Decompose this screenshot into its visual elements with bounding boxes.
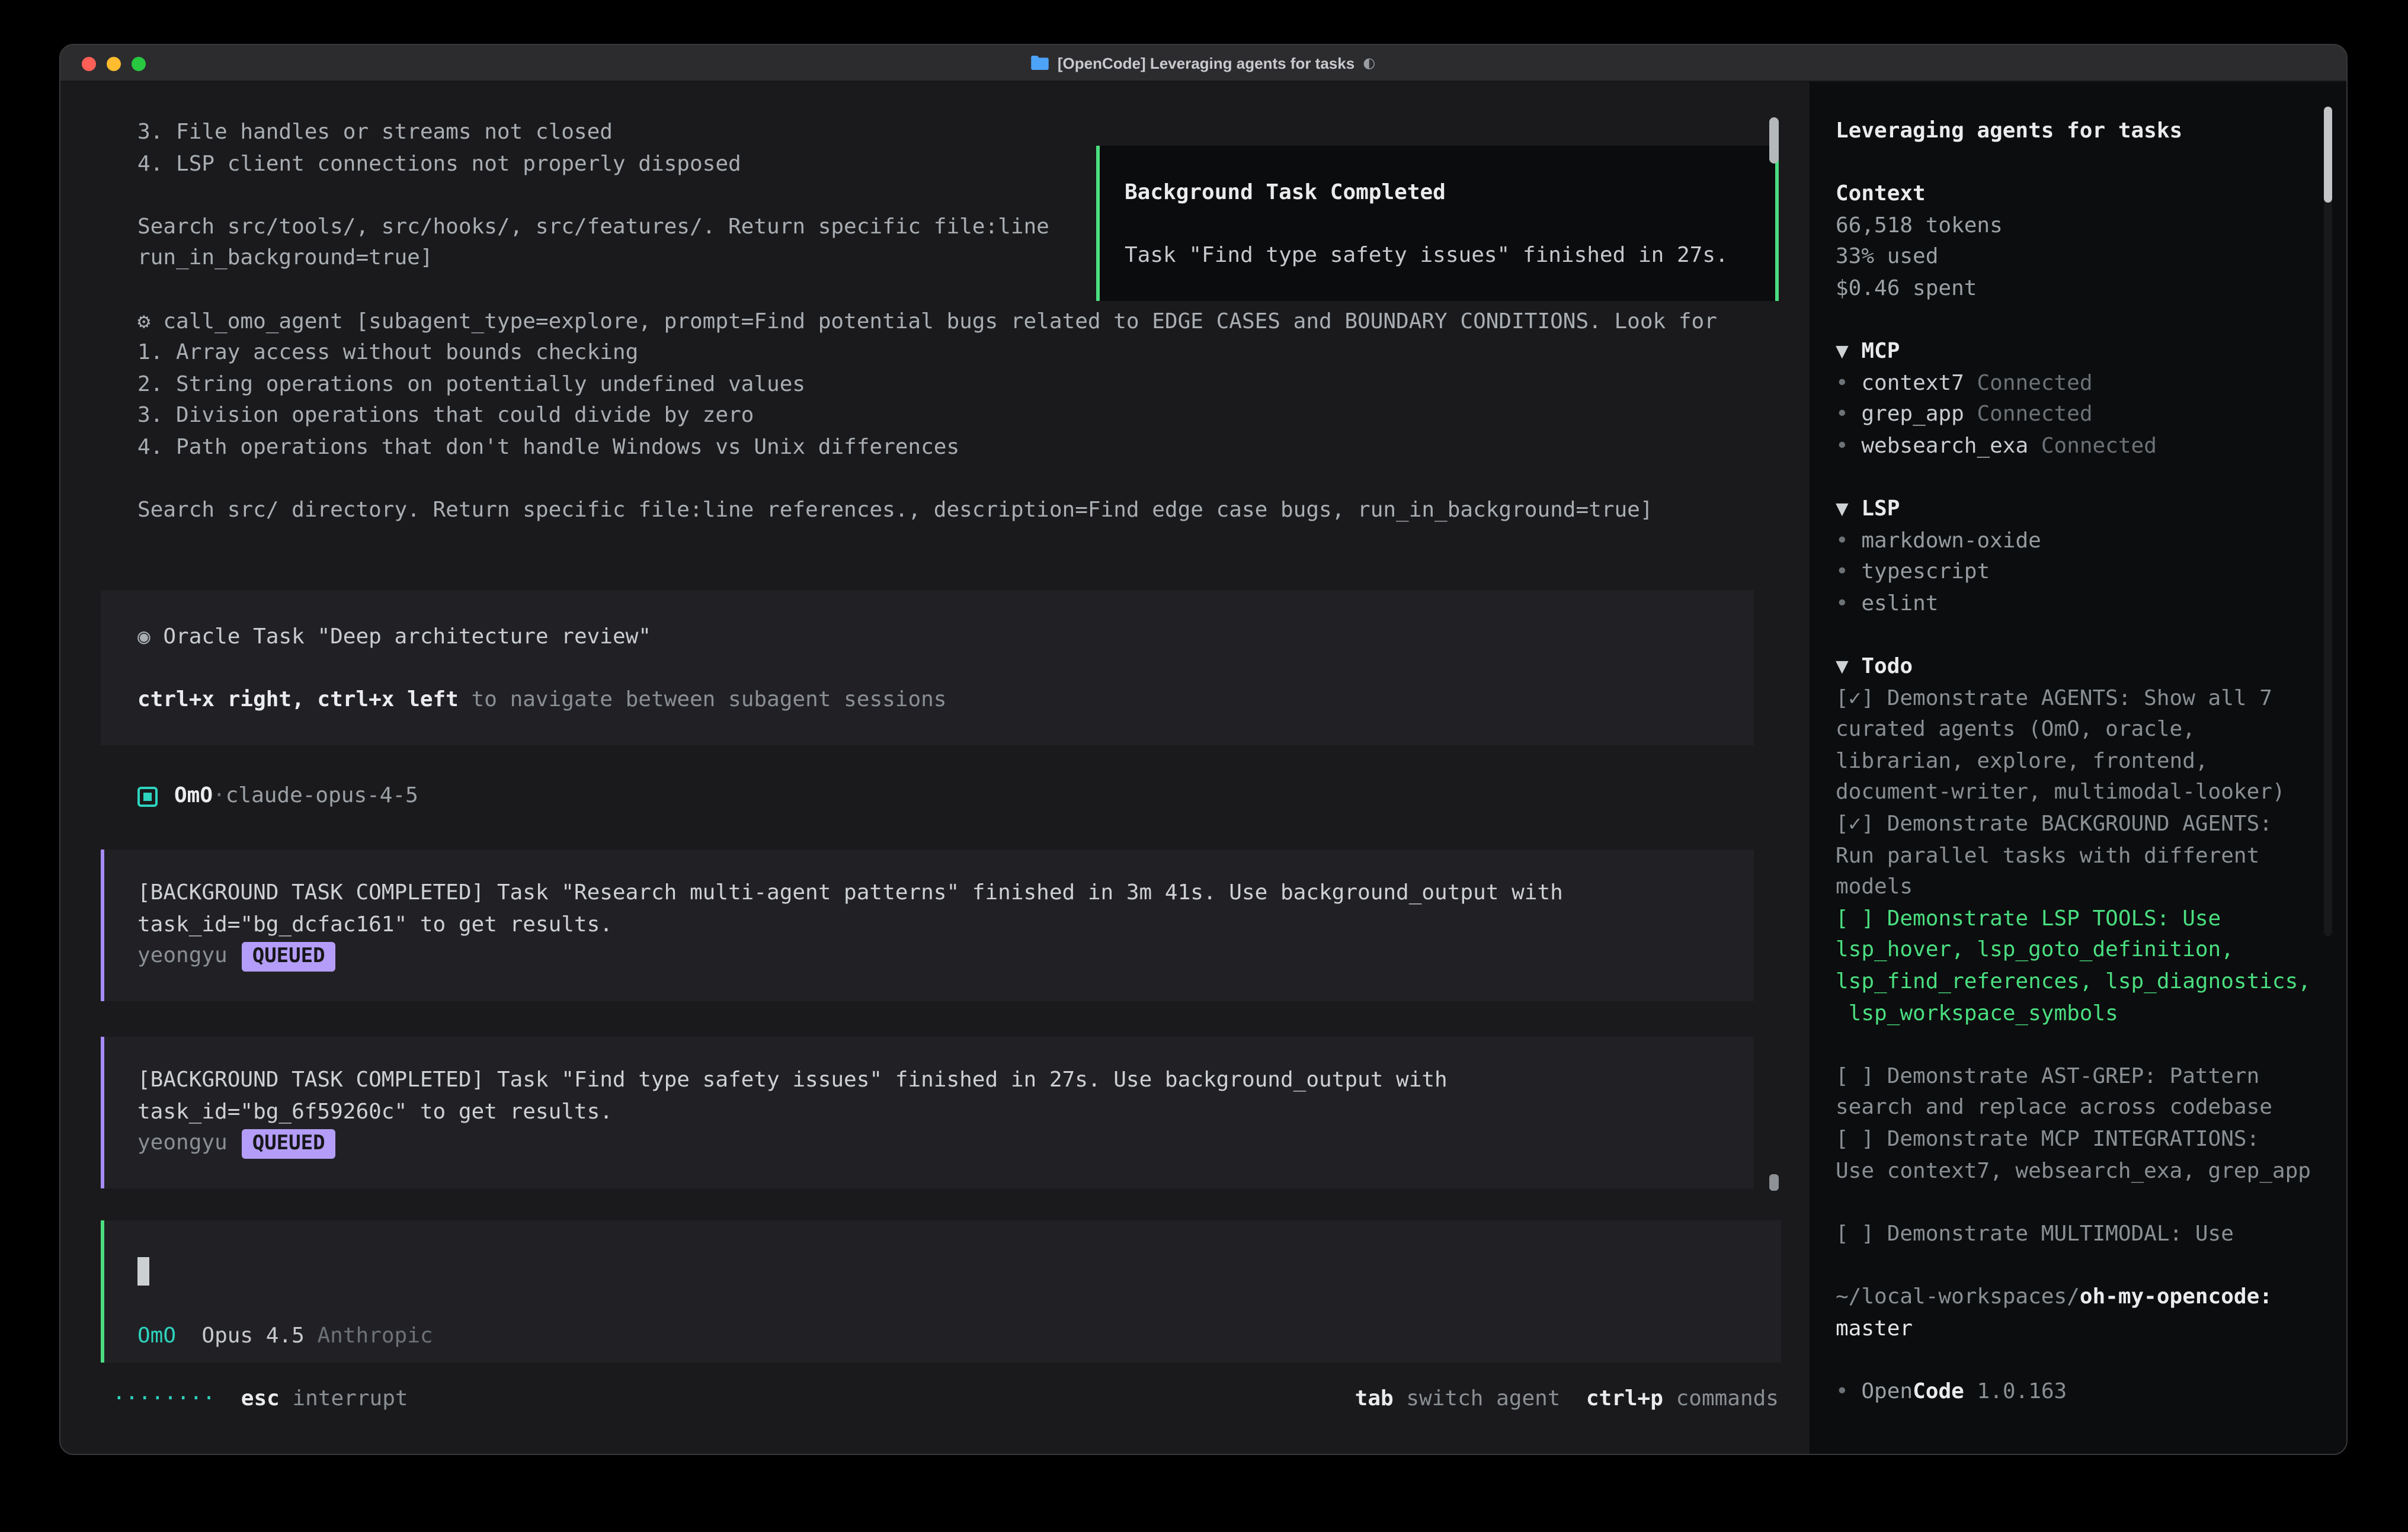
bullet-icon: • — [1836, 560, 1849, 585]
input-model-name: Opus 4.5 — [201, 1323, 304, 1348]
tab-key-hint: tab — [1355, 1386, 1394, 1411]
background-task-toast: Background Task Completed Task "Find typ… — [1096, 146, 1779, 301]
main-scrollbar-thumb-top[interactable] — [1769, 117, 1779, 164]
bullet-icon: • — [1836, 1379, 1849, 1404]
context-tokens: 66,518 tokens — [1836, 211, 2346, 242]
lsp-section-heading[interactable]: ▼ LSP — [1836, 494, 2346, 525]
context-spent: $0.46 spent — [1836, 274, 2346, 305]
folder-icon — [1032, 56, 1049, 70]
toast-body: Task "Find type safety issues" finished … — [1125, 241, 1756, 272]
toast-title: Background Task Completed — [1125, 178, 1756, 209]
context-heading: Context — [1836, 179, 2346, 210]
message-text: [BACKGROUND TASK COMPLETED] Task "Find t… — [137, 1065, 1730, 1128]
statusbar-right: tab switch agent ctrl+p commands — [1355, 1384, 1779, 1415]
todo-item: [✓] Demonstrate AGENTS: Show all 7 curat… — [1836, 683, 2346, 809]
todo-item: [✓] Demonstrate BACKGROUND AGENTS: Run p… — [1836, 809, 2346, 904]
workspace-branch: master — [1836, 1313, 2346, 1345]
mcp-item: • context7 Connected — [1836, 368, 2346, 400]
window-title: [OpenCode] Leveraging agents for tasks ◐ — [1032, 54, 1375, 72]
bullet-icon: • — [1836, 434, 1849, 459]
window-title-text: [OpenCode] Leveraging agents for tasks — [1058, 54, 1354, 72]
main-scrollbar-thumb-bottom[interactable] — [1769, 1174, 1779, 1191]
window-titlebar[interactable]: [OpenCode] Leveraging agents for tasks ◐ — [60, 45, 2346, 82]
esc-key-hint: esc — [241, 1386, 280, 1411]
todo-item: [ ] Demonstrate AST-GREP: Pattern search… — [1836, 1062, 2346, 1124]
bullet-icon: • — [1836, 528, 1849, 553]
bullet-icon: • — [1836, 402, 1849, 427]
agent-name: OmO — [174, 781, 213, 812]
bullet-icon: • — [1836, 371, 1849, 396]
lsp-item: • markdown-oxide — [1836, 525, 2346, 557]
collapse-triangle-icon: ▼ — [1836, 339, 1849, 364]
input-model-provider: Anthropic — [318, 1323, 433, 1348]
agent-checkbox-icon — [137, 787, 158, 807]
terminal-window: [OpenCode] Leveraging agents for tasks◐ … — [59, 44, 2348, 1455]
sidebar-scrollbar-track[interactable] — [2324, 107, 2332, 936]
agent-header: OmO · claude-opus-4-5 — [137, 781, 418, 813]
input-agent-name: OmO — [137, 1323, 176, 1348]
hint-text: to navigate between subagent sessions — [459, 687, 947, 712]
text-cursor — [137, 1257, 149, 1286]
message-author: yeongyu — [137, 1130, 228, 1155]
spinner-dots-icon: ········ — [113, 1386, 215, 1411]
collapse-triangle-icon: ▼ — [1836, 496, 1849, 521]
desktop: [OpenCode] Leveraging agents for tasks◐ … — [0, 0, 2408, 1532]
subagent-nav-hint: ctrl+x right, ctrl+x left to navigate be… — [137, 685, 1730, 716]
message-text: [BACKGROUND TASK COMPLETED] Task "Resear… — [137, 878, 1730, 941]
tab-key-label: switch agent — [1406, 1386, 1560, 1411]
zoom-window-button[interactable] — [132, 56, 146, 70]
agent-model: claude-opus-4-5 — [226, 781, 418, 812]
message-background-task-2: [BACKGROUND TASK COMPLETED] Task "Find t… — [101, 1037, 1754, 1188]
status-badge: QUEUED — [242, 1129, 336, 1159]
esc-key-label: interrupt — [293, 1386, 408, 1411]
commands-key-hint: ctrl+p — [1586, 1386, 1663, 1411]
half-circle-icon: ◐ — [1363, 55, 1375, 71]
collapse-triangle-icon: ▼ — [1836, 654, 1849, 679]
todo-item: [ ] Demonstrate MCP INTEGRATIONS: Use co… — [1836, 1124, 2346, 1187]
prompt-input[interactable]: OmO Opus 4.5 Anthropic — [101, 1220, 1781, 1363]
mcp-item: • grep_app Connected — [1836, 400, 2346, 431]
todo-section-heading[interactable]: ▼ Todo — [1836, 652, 2346, 683]
sidebar: Leveraging agents for tasks Context 66,5… — [1810, 82, 2346, 1454]
message-meta: yeongyu QUEUED — [137, 1128, 1730, 1159]
session-title: Leveraging agents for tasks — [1836, 116, 2346, 148]
mcp-section-heading[interactable]: ▼ MCP — [1836, 336, 2346, 368]
message-meta: yeongyu QUEUED — [137, 941, 1730, 972]
status-badge: QUEUED — [242, 942, 336, 972]
minimize-window-button[interactable] — [107, 56, 121, 70]
chat-main: 3. File handles or streams not closed 4.… — [60, 82, 1810, 1454]
commands-key-label: commands — [1676, 1386, 1779, 1411]
lsp-item: • typescript — [1836, 557, 2346, 589]
target-icon: ◉ — [137, 624, 150, 649]
message-background-task-1: [BACKGROUND TASK COMPLETED] Task "Resear… — [101, 850, 1754, 1001]
oracle-task-title: Oracle Task "Deep architecture review" — [163, 624, 651, 649]
context-used: 33% used — [1836, 242, 2346, 274]
message-author: yeongyu — [137, 943, 228, 968]
sidebar-scrollbar-thumb[interactable] — [2324, 107, 2332, 203]
statusbar-left: ········ esc interrupt — [113, 1384, 408, 1415]
todo-item: [ ] Demonstrate MULTIMODAL: Use — [1836, 1219, 2346, 1251]
separator-dot: · — [213, 781, 226, 812]
mcp-item: • websearch_exa Connected — [1836, 431, 2346, 463]
model-info-row: OmO Opus 4.5 Anthropic — [137, 1321, 433, 1352]
todo-item: [ ] Demonstrate LSP TOOLS: Use lsp_hover… — [1836, 904, 2346, 1030]
oracle-task-panel[interactable]: ◉ Oracle Task "Deep architecture review"… — [101, 590, 1754, 745]
close-window-button[interactable] — [82, 56, 96, 70]
app-version: • OpenCode 1.0.163 — [1836, 1377, 2346, 1408]
traffic-lights — [82, 45, 146, 82]
bullet-icon: • — [1836, 591, 1849, 616]
workspace-path: ~/local-workspaces/oh-my-opencode: — [1836, 1282, 2346, 1313]
lsp-item: • eslint — [1836, 589, 2346, 620]
status-bar: ········ esc interrupt tab switch agent c… — [113, 1384, 1779, 1416]
hint-keys: ctrl+x right, ctrl+x left — [137, 687, 459, 712]
